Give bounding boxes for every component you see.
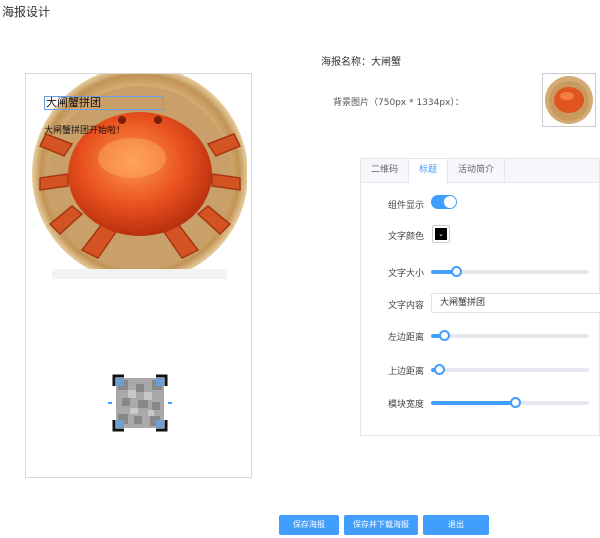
- show-component-label: 组件显示: [387, 201, 424, 211]
- poster-preview: 大闸蟹拼团 大闸蟹拼团开始啦！: [25, 73, 252, 478]
- background-image-label: 背景图片（750px * 1334px）：: [333, 98, 464, 108]
- module-width-slider-handle[interactable]: [509, 397, 521, 408]
- text-size-slider[interactable]: [431, 266, 589, 277]
- show-component-toggle[interactable]: [431, 195, 457, 209]
- poster-subtitle-text[interactable]: 大闸蟹拼团开始啦！: [44, 123, 125, 136]
- left-distance-label: 左边距离: [387, 333, 424, 343]
- background-image-thumbnail[interactable]: [542, 73, 596, 127]
- module-width-slider-fill: [431, 401, 515, 405]
- save-and-download-button[interactable]: 保存并下载海报: [344, 515, 418, 535]
- text-color-label: 文字颜色: [387, 232, 424, 242]
- poster-title-text[interactable]: 大闸蟹拼团: [44, 96, 164, 110]
- text-color-picker[interactable]: ⌄: [432, 225, 450, 243]
- tab-bar: 二维码 标题 活动简介: [361, 159, 599, 184]
- module-width-slider[interactable]: [431, 397, 589, 408]
- page-title: 海报设计: [2, 5, 51, 19]
- text-content-input[interactable]: 大闸蟹拼团: [431, 293, 600, 313]
- tab-qrcode[interactable]: 二维码: [361, 159, 410, 182]
- tab-title[interactable]: 标题: [409, 159, 449, 184]
- top-distance-slider[interactable]: [431, 364, 589, 375]
- module-width-label: 模块宽度: [387, 400, 424, 410]
- chevron-down-icon: ⌄: [435, 228, 447, 240]
- poster-name-value: 大闸蟹: [371, 57, 401, 68]
- poster-name-label: 海报名称：: [321, 57, 371, 68]
- left-distance-slider-handle[interactable]: [438, 330, 450, 341]
- save-poster-button[interactable]: 保存海报: [279, 515, 339, 535]
- left-distance-slider[interactable]: [431, 330, 589, 341]
- top-distance-slider-handle[interactable]: [433, 364, 445, 375]
- background-thumbnail-image: [545, 76, 593, 124]
- top-distance-label: 上边距离: [387, 367, 424, 377]
- exit-button[interactable]: 退出: [423, 515, 489, 535]
- tab-activity-intro[interactable]: 活动简介: [448, 159, 506, 182]
- text-size-slider-handle[interactable]: [451, 266, 463, 277]
- qr-code[interactable]: [108, 372, 172, 434]
- text-size-label: 文字大小: [387, 269, 424, 279]
- poster-name: 海报名称：大闸蟹: [321, 53, 401, 68]
- text-content-label: 文字内容: [387, 301, 424, 311]
- settings-panel: 二维码 标题 活动简介 组件显示 文字颜色 ⌄ 文字大小 文字内容 大闸蟹拼团 …: [360, 158, 600, 436]
